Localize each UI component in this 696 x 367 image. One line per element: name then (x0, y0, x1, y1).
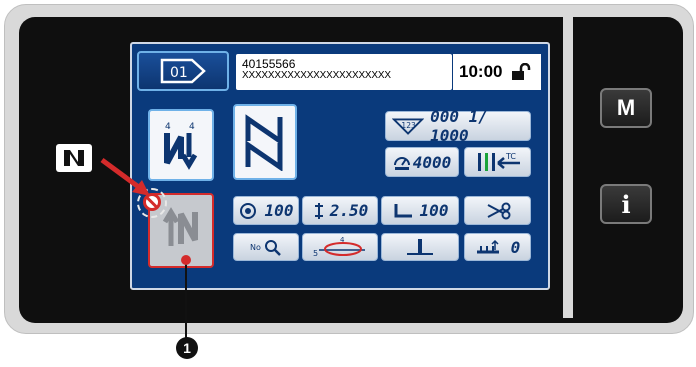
clock-text: 10:00 (459, 62, 503, 81)
callout-leader-line (185, 258, 187, 338)
thread-tension-value: 100 (264, 201, 294, 220)
presser-foot-icon (394, 203, 412, 217)
scissors-icon (487, 202, 510, 219)
callout-number: 1 (176, 337, 198, 359)
pattern-info-box: 40155566 XXXXXXXXXXXXXXXXXXXXXXX (236, 54, 452, 90)
svg-text:4: 4 (165, 122, 171, 132)
thread-tension-icon (239, 202, 256, 219)
unlock-icon (512, 63, 531, 80)
stitch-count-button[interactable]: 0 (464, 233, 531, 261)
condensed-stitch-icon: 4 4 (164, 122, 198, 170)
pattern-name-text: XXXXXXXXXXXXXXXXXXXXXXX (242, 70, 391, 81)
menu-key-label: M (616, 95, 636, 120)
panel-divider (563, 14, 573, 318)
svg-text:TC: TC (505, 152, 516, 161)
info-key-label: i (621, 189, 631, 219)
condensed-stitch-end-icon (162, 206, 198, 246)
pattern-search-button[interactable]: No (233, 233, 299, 261)
pointer-arrow (100, 157, 150, 196)
clock-display: 10:00 (453, 54, 541, 90)
multilayer-stitch-button[interactable] (233, 104, 297, 180)
speed-button[interactable]: 4000 (385, 147, 459, 177)
svg-text:123: 123 (401, 121, 416, 130)
sewing-shape-icon: 5 4 (313, 236, 365, 258)
info-hard-key[interactable]: i (600, 184, 652, 224)
speed-value: 4000 (412, 152, 452, 172)
counter-value: 000 1/ 1000 (430, 107, 488, 145)
thread-tension-button[interactable]: 100 (233, 196, 299, 225)
svg-text:4: 4 (189, 122, 195, 132)
stitch-length-icon (314, 202, 323, 219)
stitch-length-button[interactable]: 2.50 (302, 196, 378, 225)
svg-text:4: 4 (340, 236, 345, 244)
counter-icon: 123 (392, 118, 425, 135)
speed-icon (393, 157, 410, 170)
multilayer-stitch-icon (245, 114, 283, 171)
thread-cut-button[interactable] (464, 196, 531, 225)
nfc-icon (56, 144, 92, 172)
stitch-length-value: 2.50 (329, 201, 369, 220)
stitch-count-value: 0 (510, 237, 521, 257)
needle-icon (407, 239, 433, 255)
svg-text:01: 01 (170, 65, 188, 81)
pattern-number-icon: 01 (160, 58, 206, 84)
sewing-shape-button[interactable]: 5 4 (302, 233, 378, 261)
menu-hard-key[interactable]: M (600, 88, 652, 128)
presser-pressure-value: 100 (419, 201, 449, 220)
pattern-number-text: 40155566 (242, 57, 296, 71)
needle-position-button[interactable] (381, 233, 459, 261)
stitch-count-icon (476, 239, 499, 254)
search-icon: No (250, 240, 281, 256)
svg-text:No: No (250, 243, 261, 252)
presser-pressure-button[interactable]: 100 (381, 196, 459, 225)
pattern-number-button[interactable]: 01 (137, 51, 229, 91)
svg-text:5: 5 (313, 249, 318, 258)
thread-trimmer-icon: TC (477, 152, 520, 171)
counter-button[interactable]: 123 000 1/ 1000 (385, 107, 531, 145)
callout-dot (181, 255, 191, 265)
thread-trimmer-button[interactable]: TC (464, 147, 531, 177)
